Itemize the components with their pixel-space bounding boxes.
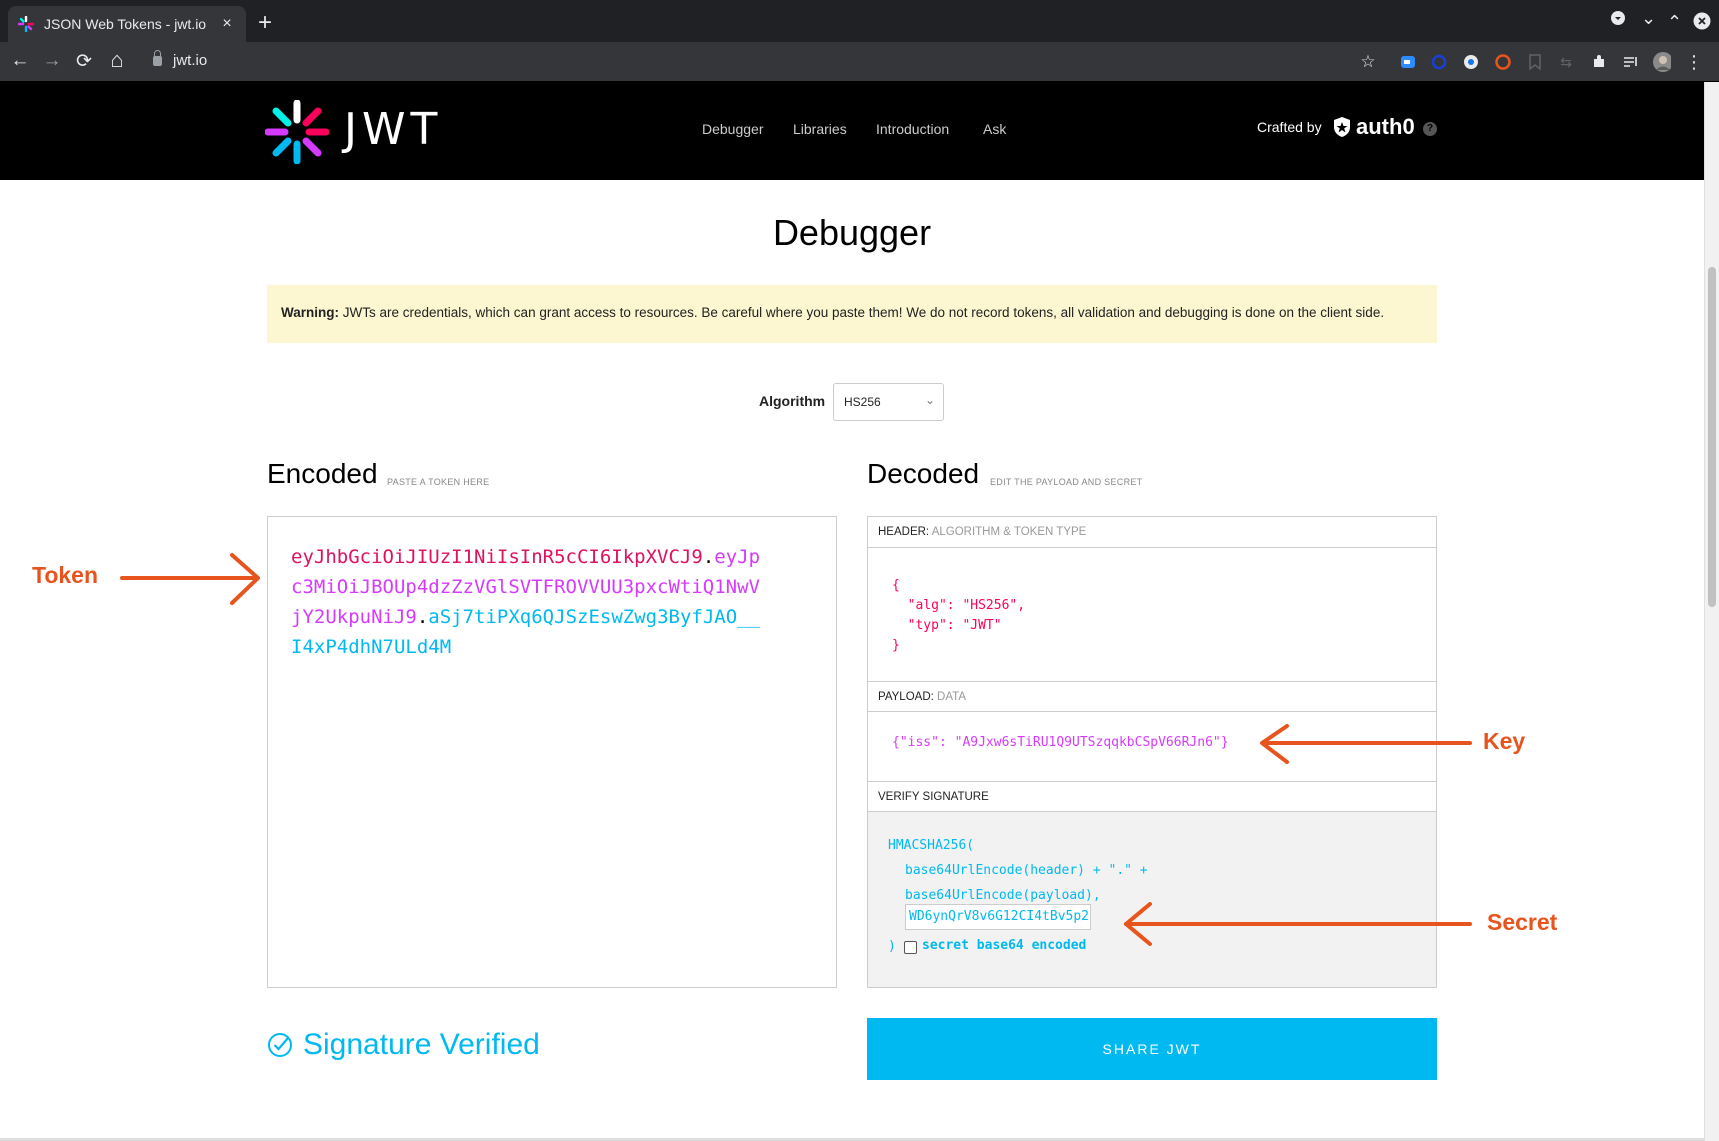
annotation-key: Key — [1483, 728, 1526, 754]
scrollbar-thumb[interactable] — [1708, 267, 1716, 607]
decoded-panel: HEADER: ALGORITHM & TOKEN TYPE { "alg": … — [867, 516, 1437, 988]
payload-section-title: PAYLOAD: DATA — [868, 681, 1436, 712]
maximize-chevron-icon[interactable]: ⌃ — [1667, 12, 1682, 33]
check-circle-icon — [268, 1033, 292, 1057]
minimize-chevron-icon[interactable]: ⌄ — [1641, 8, 1656, 29]
token-separator: . — [416, 606, 429, 628]
nav-introduction[interactable]: Introduction — [876, 121, 949, 137]
verify-close-paren: ) — [888, 939, 896, 954]
page-title: Debugger — [772, 212, 932, 253]
reading-list-icon[interactable] — [1622, 53, 1640, 71]
annotation-token: Token — [32, 562, 99, 588]
extension-orange-icon[interactable] — [1494, 53, 1512, 71]
secret-base64-label: secret base64 encoded — [922, 938, 1087, 953]
window-close-icon[interactable] — [1693, 12, 1711, 34]
signature-verified-text: Signature Verified — [303, 1028, 540, 1061]
browser-menu-icon[interactable]: ⋮ — [1685, 52, 1703, 72]
encoded-token[interactable]: eyJhbGciOiJIUzI1NiIsInR5cCI6IkpXVCJ9.eyJ… — [291, 542, 771, 662]
encoded-heading: Encoded — [267, 458, 378, 489]
browser-tab[interactable]: JSON Web Tokens - jwt.io × — [8, 6, 246, 42]
algorithm-value: HS256 — [844, 395, 881, 409]
annotation-secret: Secret — [1487, 909, 1558, 935]
auth0-brand-text: auth0 — [1356, 114, 1415, 139]
profile-avatar[interactable] — [1653, 52, 1671, 72]
extension-arrows-icon[interactable]: ⇆ — [1557, 53, 1575, 71]
header-sublabel: ALGORITHM & TOKEN TYPE — [931, 526, 1087, 538]
verify-signature-body: HMACSHA256( base64UrlEncode(header) + ".… — [868, 812, 1436, 987]
share-jwt-button[interactable]: SHARE JWT — [867, 1018, 1437, 1080]
tab-title: JSON Web Tokens - jwt.io — [44, 16, 207, 32]
algorithm-select[interactable]: HS256 ⌄ — [833, 383, 944, 421]
jwt-favicon-icon — [18, 16, 34, 32]
help-icon[interactable]: ? — [1423, 122, 1437, 136]
browser-tab-strip: JSON Web Tokens - jwt.io × + ⌄ ⌃ — [0, 0, 1719, 42]
new-tab-button[interactable]: + — [258, 9, 272, 37]
payload-sublabel: DATA — [937, 691, 966, 703]
nav-debugger[interactable]: Debugger — [702, 121, 764, 137]
crafted-by-label: Crafted by — [1257, 119, 1322, 135]
reload-icon[interactable]: ⟳ — [72, 50, 96, 73]
verify-label: VERIFY SIGNATURE — [878, 791, 989, 803]
payload-label: PAYLOAD: — [878, 691, 934, 703]
verify-payload-line: base64UrlEncode(payload), — [905, 888, 1101, 903]
bookmark-star-icon[interactable]: ☆ — [1359, 52, 1377, 71]
page-scrollbar[interactable] — [1704, 82, 1719, 1141]
home-icon[interactable]: ⌂ — [105, 47, 129, 73]
header-json-editor[interactable]: { "alg": "HS256", "typ": "JWT" } — [892, 576, 1025, 656]
verify-func-line: HMACSHA256( — [888, 838, 975, 853]
nav-libraries[interactable]: Libraries — [793, 121, 847, 137]
extensions-puzzle-icon[interactable] — [1590, 53, 1608, 71]
warning-banner: Warning: JWTs are credentials, which can… — [267, 285, 1437, 343]
token-header-part: eyJhbGciOiJIUzI1NiIsInR5cCI6IkpXVCJ9 — [291, 546, 703, 568]
secret-base64-checkbox[interactable] — [904, 941, 917, 954]
secret-input[interactable]: WD6ynQrV8v6G12CI4tBv5p2 — [905, 904, 1091, 930]
extension-circle-icon[interactable] — [1430, 53, 1448, 71]
auth0-brand-link[interactable]: auth0 — [1331, 114, 1415, 140]
jwt-logo-icon[interactable] — [265, 100, 329, 164]
algorithm-label: Algorithm — [759, 393, 826, 409]
warning-text: JWTs are credentials, which can grant ac… — [339, 305, 1385, 320]
address-bar[interactable]: jwt.io — [173, 52, 207, 69]
back-icon[interactable]: ← — [8, 50, 32, 72]
verify-section-title: VERIFY SIGNATURE — [868, 781, 1436, 812]
warning-label: Warning: — [281, 305, 339, 320]
verify-header-line: base64UrlEncode(header) + "." + — [905, 863, 1148, 878]
decoded-subheading: EDIT THE PAYLOAD AND SECRET — [990, 477, 1143, 487]
header-label: HEADER: — [878, 526, 930, 538]
signature-status: Signature Verified — [267, 1028, 540, 1062]
decoded-heading: Decoded — [867, 458, 980, 489]
extension-shield-icon[interactable] — [1462, 53, 1480, 71]
forward-icon[interactable]: → — [40, 50, 64, 72]
browser-toolbar: ← → ⟳ ⌂ jwt.io ☆ ⇆ ⋮ — [0, 42, 1719, 82]
header-section-title: HEADER: ALGORITHM & TOKEN TYPE — [868, 517, 1436, 548]
jwt-logo-text[interactable]: JWT — [344, 104, 442, 155]
token-arrow-icon — [120, 553, 260, 605]
chevron-down-icon: ⌄ — [924, 393, 935, 407]
site-header: JWT Debugger Libraries Introduction Ask … — [0, 82, 1704, 180]
payload-json-editor[interactable]: {"iss": "A9Jxw6sTiRU1Q9UTSzqqkbCSpV66RJn… — [892, 735, 1229, 750]
zoom-extension-icon[interactable] — [1399, 53, 1417, 71]
nav-ask[interactable]: Ask — [983, 121, 1006, 137]
profile-dropdown-icon[interactable] — [1610, 10, 1626, 30]
encoded-subheading: PASTE A TOKEN HERE — [387, 477, 490, 487]
tab-close-icon[interactable]: × — [218, 15, 236, 33]
lock-icon — [153, 50, 162, 66]
bookmark-icon[interactable] — [1526, 53, 1544, 71]
token-separator: . — [702, 546, 715, 568]
auth0-shield-icon — [1334, 117, 1350, 137]
